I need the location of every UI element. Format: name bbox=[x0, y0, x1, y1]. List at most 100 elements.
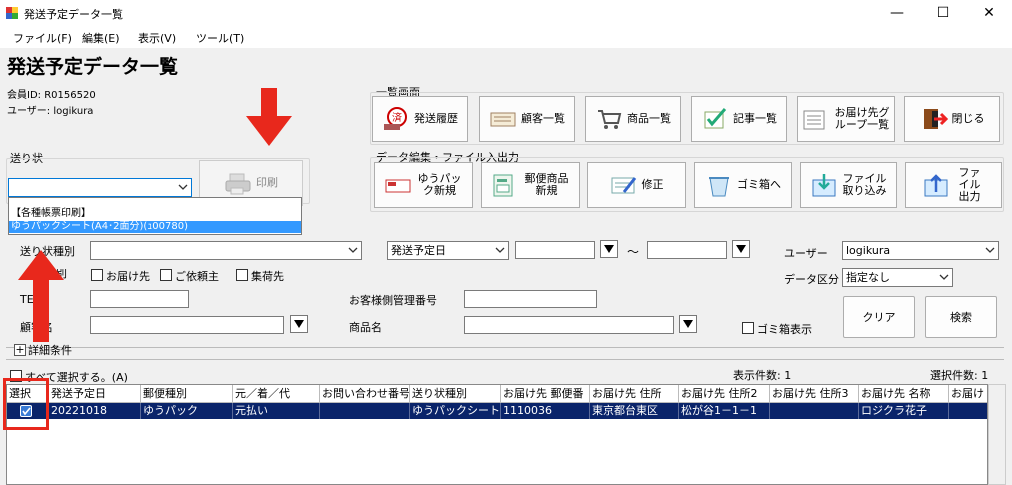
product-list-button[interactable]: 商品一覧 bbox=[585, 96, 681, 142]
data-kubun-select[interactable]: 指定なし bbox=[842, 268, 953, 287]
date-from-picker[interactable] bbox=[600, 240, 618, 258]
grid-scrollbar[interactable] bbox=[988, 384, 1006, 485]
dropdown-item-forms[interactable]: 【各種帳票印刷】 bbox=[9, 208, 301, 221]
col-header-date[interactable]: 発送予定日 bbox=[49, 385, 141, 403]
import-icon bbox=[812, 174, 835, 197]
cart-icon bbox=[598, 110, 622, 129]
shipping-history-icon: 済 bbox=[384, 107, 407, 130]
postal-product-new-button[interactable]: 郵便商品新規 bbox=[481, 162, 580, 208]
shipping-history-label: 発送履歴 bbox=[414, 112, 458, 125]
chevron-down-icon bbox=[985, 247, 995, 253]
edit-button[interactable]: 修正 bbox=[587, 162, 686, 208]
okurijo-select[interactable] bbox=[8, 178, 192, 197]
file-import-button[interactable]: ファイル取り込み bbox=[800, 162, 897, 208]
date-type-select[interactable]: 発送予定日 bbox=[387, 241, 509, 260]
row-mail-type[interactable]: ゆうパック bbox=[141, 403, 233, 419]
delivery-dest-label: お届け先 bbox=[106, 270, 150, 283]
postal-product-new-label: 郵便商品新規 bbox=[524, 172, 569, 197]
article-list-button[interactable]: 記事一覧 bbox=[691, 96, 787, 142]
menu-edit[interactable]: 編集(E) bbox=[82, 30, 120, 46]
menu-file[interactable]: ファイル(F) bbox=[13, 30, 72, 46]
shipping-history-button[interactable]: 済 発送履歴 bbox=[372, 96, 468, 142]
red-arrow-up-icon bbox=[18, 250, 64, 342]
col-header-address[interactable]: お届け先 住所 bbox=[590, 385, 679, 403]
customer-name-input[interactable] bbox=[90, 316, 284, 334]
customer-mgmt-input[interactable] bbox=[464, 290, 597, 308]
requester-label: ご依頼主 bbox=[175, 270, 219, 283]
product-name-input[interactable] bbox=[464, 316, 674, 334]
customer-list-button[interactable]: 顧客一覧 bbox=[479, 96, 575, 142]
chevron-down-icon bbox=[178, 184, 188, 190]
row-zip[interactable]: 1110036 bbox=[501, 403, 590, 419]
col-header-payment[interactable]: 元／着／代 bbox=[233, 385, 320, 403]
trash-button[interactable]: ゴミ箱へ bbox=[694, 162, 792, 208]
date-to-picker[interactable] bbox=[732, 240, 750, 258]
col-header-okurijo-type[interactable]: 送り状種別 bbox=[410, 385, 501, 403]
data-kubun-value: 指定なし bbox=[846, 271, 890, 284]
delivery-group-list-button[interactable]: お届け先グループ一覧 bbox=[797, 96, 895, 142]
yupack-new-button[interactable]: ゆうパック新規 bbox=[374, 162, 473, 208]
maximize-button[interactable]: ☐ bbox=[920, 0, 966, 26]
delivery-group-list-label: お届け先グループ一覧 bbox=[834, 106, 890, 131]
row-address[interactable]: 東京都台東区 bbox=[590, 403, 679, 419]
close-button[interactable]: 閉じる bbox=[904, 96, 1000, 142]
date-from-input[interactable] bbox=[515, 241, 595, 259]
dropdown-item-yupack-sheet[interactable]: ゆうパックシート(A4･2面分)(ｭ00780) bbox=[9, 221, 301, 233]
row-address2[interactable]: 松が谷1－1－1 bbox=[679, 403, 770, 419]
article-list-label: 記事一覧 bbox=[733, 112, 777, 125]
row-payment[interactable]: 元払い bbox=[233, 403, 320, 419]
col-header-tracking[interactable]: お問い合わせ番号 bbox=[320, 385, 410, 403]
trash-display-checkbox[interactable] bbox=[742, 322, 754, 334]
close-window-button[interactable]: ✕ bbox=[966, 0, 1012, 26]
clear-button[interactable]: クリア bbox=[843, 296, 915, 338]
customer-mgmt-label: お客様側管理番号 bbox=[349, 294, 437, 307]
detail-conditions-label: 詳細条件 bbox=[28, 344, 72, 357]
data-kubun-label: データ区分 bbox=[784, 273, 839, 286]
col-header-address2[interactable]: お届け先 住所2 bbox=[679, 385, 770, 403]
display-count: 表示件数: 1 bbox=[733, 369, 792, 382]
user-label: ユーザー bbox=[784, 247, 828, 260]
col-header-address3[interactable]: お届け先 住所3 bbox=[770, 385, 859, 403]
menu-view[interactable]: 表示(V) bbox=[138, 30, 176, 46]
product-name-picker[interactable] bbox=[679, 315, 697, 333]
edit-form-icon bbox=[611, 177, 636, 194]
address-book-icon bbox=[490, 112, 516, 127]
date-to-input[interactable] bbox=[647, 241, 727, 259]
chevron-down-icon bbox=[495, 247, 505, 253]
delivery-dest-checkbox[interactable] bbox=[91, 269, 103, 281]
printer-icon bbox=[225, 173, 251, 195]
shipper-checkbox[interactable] bbox=[236, 269, 248, 281]
triangle-down-icon bbox=[294, 320, 304, 328]
detail-divider bbox=[6, 347, 1004, 360]
menu-bar: ファイル(F) 編集(E) 表示(V) ツール(T) bbox=[0, 26, 1012, 48]
user-info: ユーザー: logikura bbox=[7, 106, 94, 117]
col-header-more[interactable]: お届け bbox=[949, 385, 987, 403]
requester-checkbox[interactable] bbox=[160, 269, 172, 281]
page-title: 発送予定データ一覧 bbox=[7, 56, 179, 78]
menu-tools[interactable]: ツール(T) bbox=[196, 30, 244, 46]
export-icon bbox=[924, 174, 947, 197]
data-grid[interactable]: 選択 発送予定日 郵便種別 元／着／代 お問い合わせ番号 送り状種別 お届け先 … bbox=[6, 384, 988, 485]
customer-name-picker[interactable] bbox=[290, 315, 308, 333]
row-okurijo-type[interactable]: ゆうパックシート(A bbox=[410, 403, 501, 419]
row-address3[interactable] bbox=[770, 403, 859, 419]
tel-input[interactable] bbox=[90, 290, 189, 308]
col-header-name[interactable]: お届け先 名称 bbox=[859, 385, 949, 403]
okurijo-type-select[interactable] bbox=[90, 241, 362, 260]
row-date[interactable]: 20221018 bbox=[49, 403, 141, 419]
user-select-value: logikura bbox=[846, 244, 891, 257]
col-header-zip[interactable]: お届け先 郵便番 bbox=[501, 385, 590, 403]
row-name[interactable]: ロジクラ花子 bbox=[859, 403, 949, 419]
row-more[interactable] bbox=[949, 403, 987, 419]
col-header-mail-type[interactable]: 郵便種別 bbox=[141, 385, 233, 403]
user-select[interactable]: logikura bbox=[842, 241, 999, 260]
app-icon bbox=[6, 7, 18, 19]
row-tracking[interactable] bbox=[320, 403, 410, 419]
expand-detail-icon[interactable]: + bbox=[14, 344, 26, 356]
search-button[interactable]: 検索 bbox=[925, 296, 997, 338]
select-column-highlight bbox=[3, 378, 49, 430]
minimize-button[interactable]: — bbox=[874, 0, 920, 26]
checklist-icon bbox=[704, 108, 727, 129]
triangle-down-icon bbox=[604, 245, 614, 253]
file-export-button[interactable]: ファイル出力 bbox=[905, 162, 1002, 208]
